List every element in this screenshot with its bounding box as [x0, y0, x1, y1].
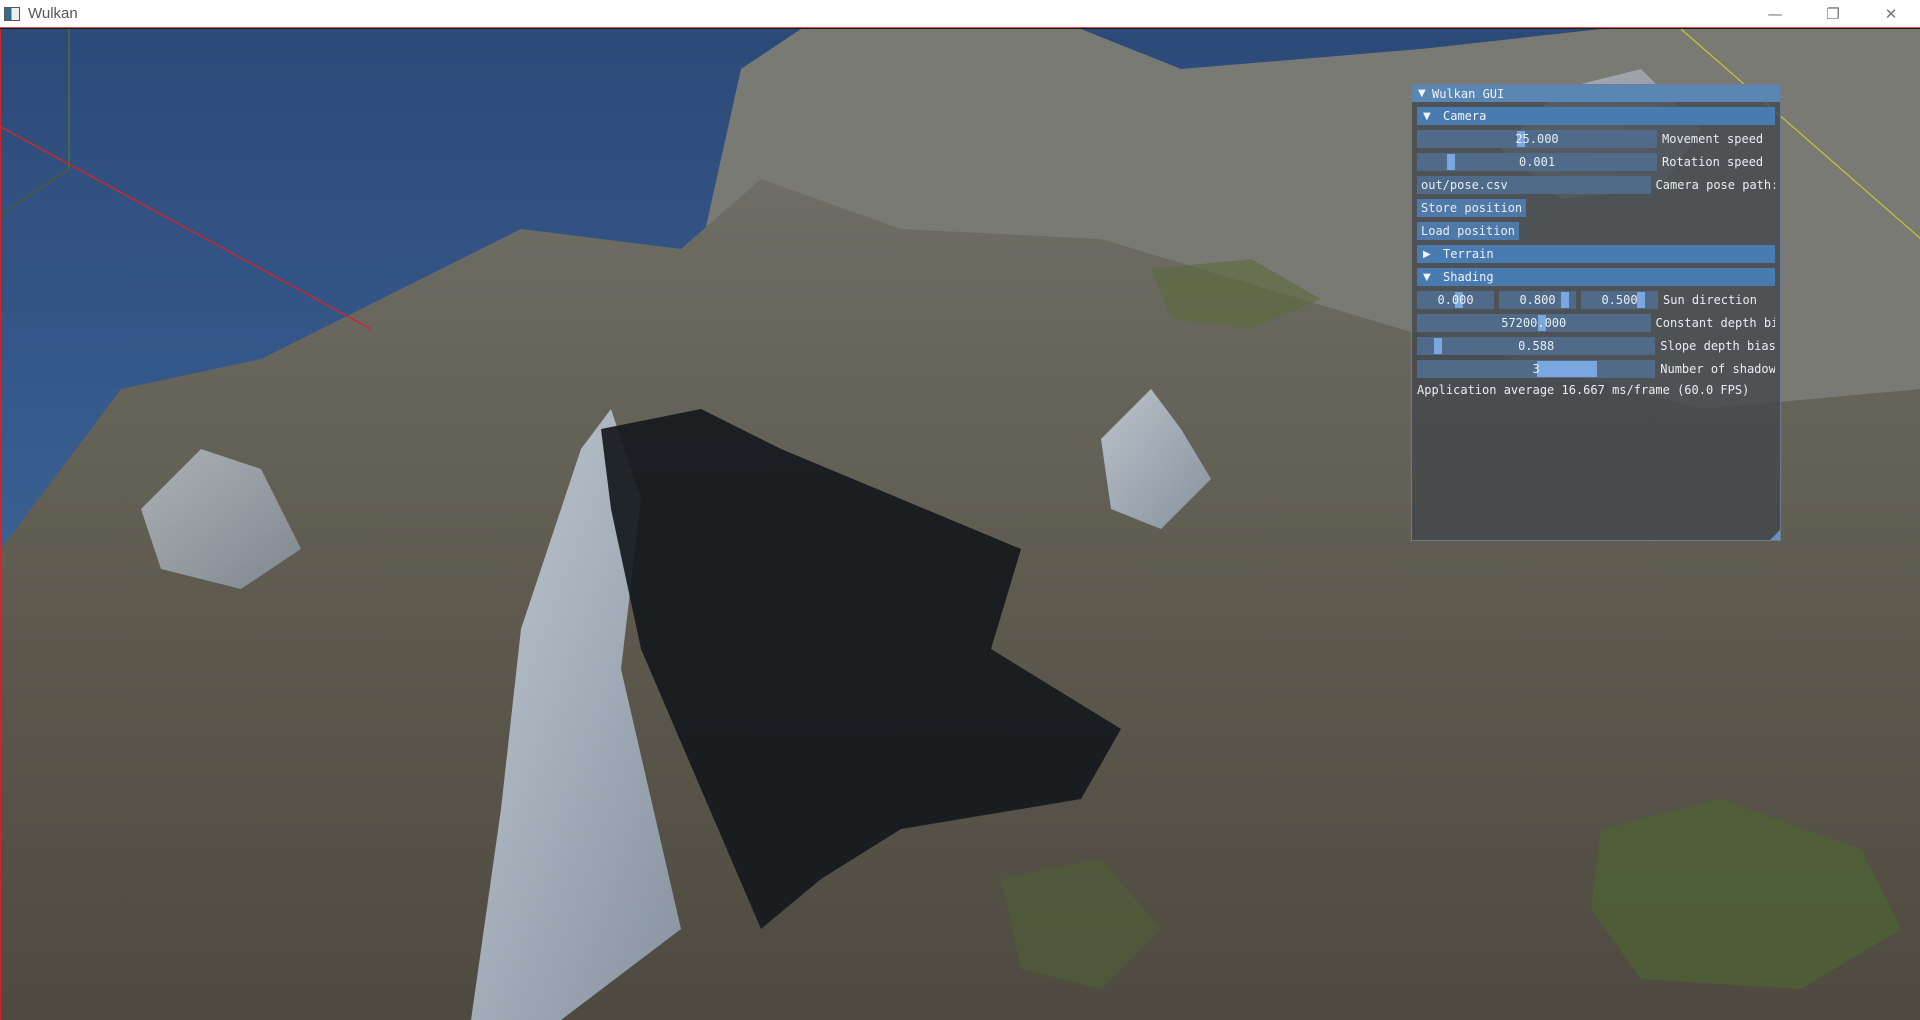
gui-body: ▼ Camera 25.000 Movement speed 0.001 Rot…: [1412, 102, 1780, 397]
store-position-row: Store position: [1417, 199, 1775, 217]
axis-x-line: [1, 126, 372, 330]
window-titlebar: Wulkan — ❐ ✕: [0, 0, 1920, 28]
terrain-header[interactable]: ▶ Terrain: [1417, 245, 1775, 263]
sun-direction-x-value: 0.000: [1437, 293, 1474, 307]
shadow-count-value: 3: [1532, 362, 1540, 376]
sun-direction-row: 0.000 0.800 0.500 Sun direction: [1417, 291, 1775, 309]
sun-direction-z-value: 0.500: [1601, 293, 1638, 307]
slider-grab[interactable]: [1537, 361, 1597, 377]
shading-header[interactable]: ▼ Shading: [1417, 268, 1775, 286]
minimize-icon[interactable]: —: [1746, 0, 1804, 28]
pose-path-row: out/pose.csv Camera pose path:: [1417, 176, 1775, 194]
slope-depth-bias-value: 0.588: [1518, 339, 1555, 353]
window-controls: — ❐ ✕: [1746, 0, 1920, 28]
rotation-speed-label: Rotation speed: [1662, 155, 1764, 169]
rotation-speed-value: 0.001: [1518, 155, 1556, 169]
sun-direction-y-slider[interactable]: 0.800: [1499, 291, 1576, 309]
collapsed-arrow-icon: ▶: [1423, 248, 1431, 260]
slope-depth-bias-row: 0.588 Slope depth bias: [1417, 337, 1775, 355]
shadow-count-label: Number of shadow: [1660, 362, 1775, 376]
expand-arrow-icon: ▼: [1423, 110, 1431, 122]
collapse-arrow-icon[interactable]: ▼: [1418, 88, 1432, 99]
load-position-button[interactable]: Load position: [1417, 222, 1519, 240]
slope-depth-bias-label: Slope depth bias: [1660, 339, 1775, 353]
pose-path-input[interactable]: out/pose.csv: [1417, 176, 1651, 194]
slider-grab[interactable]: [1434, 338, 1442, 354]
movement-speed-value: 25.000: [1515, 132, 1559, 146]
slider-grab[interactable]: [1561, 292, 1569, 308]
camera-header[interactable]: ▼ Camera: [1417, 107, 1775, 125]
shadow-count-slider[interactable]: 3: [1417, 360, 1656, 378]
store-position-button[interactable]: Store position: [1417, 199, 1527, 217]
wulkan-gui-window[interactable]: ▼ Wulkan GUI ▼ Camera 25.000 Movement sp…: [1411, 84, 1781, 541]
window-title: Wulkan: [28, 5, 78, 22]
movement-speed-row: 25.000 Movement speed: [1417, 130, 1775, 148]
constant-depth-bias-slider[interactable]: 57200.000: [1417, 314, 1651, 332]
movement-speed-label: Movement speed: [1662, 132, 1764, 146]
sun-direction-z-slider[interactable]: 0.500: [1581, 291, 1658, 309]
expand-arrow-icon: ▼: [1423, 271, 1431, 283]
constant-depth-bias-row: 57200.000 Constant depth bi: [1417, 314, 1775, 332]
gui-titlebar[interactable]: ▼ Wulkan GUI: [1412, 85, 1780, 102]
constant-depth-bias-value: 57200.000: [1501, 316, 1567, 330]
shading-header-label: Shading: [1443, 270, 1494, 284]
camera-header-label: Camera: [1443, 109, 1487, 123]
terrain-header-label: Terrain: [1443, 247, 1494, 261]
shadow-count-row: 3 Number of shadow: [1417, 360, 1775, 378]
pose-path-value: out/pose.csv: [1421, 178, 1508, 192]
rotation-speed-slider[interactable]: 0.001: [1417, 153, 1657, 171]
maximize-icon[interactable]: ❐: [1804, 0, 1862, 28]
resize-grip-icon[interactable]: [1770, 530, 1780, 540]
slider-grab[interactable]: [1637, 292, 1645, 308]
rotation-speed-row: 0.001 Rotation speed: [1417, 153, 1775, 171]
load-position-row: Load position: [1417, 222, 1775, 240]
gui-title: Wulkan GUI: [1432, 86, 1505, 101]
close-icon[interactable]: ✕: [1862, 0, 1920, 28]
axis-z-line: [1, 168, 70, 215]
pose-path-label: Camera pose path:: [1655, 178, 1775, 192]
sun-direction-x-slider[interactable]: 0.000: [1417, 291, 1494, 309]
sun-direction-label: Sun direction: [1663, 293, 1757, 307]
constant-depth-bias-label: Constant depth bi: [1655, 316, 1776, 330]
app-icon: [4, 6, 20, 21]
slope-depth-bias-slider[interactable]: 0.588: [1417, 337, 1656, 355]
sun-direction-y-value: 0.800: [1519, 293, 1556, 307]
frame-stats-text: Application average 16.667 ms/frame (60.…: [1417, 383, 1750, 397]
movement-speed-slider[interactable]: 25.000: [1417, 130, 1657, 148]
slider-grab[interactable]: [1447, 154, 1455, 170]
